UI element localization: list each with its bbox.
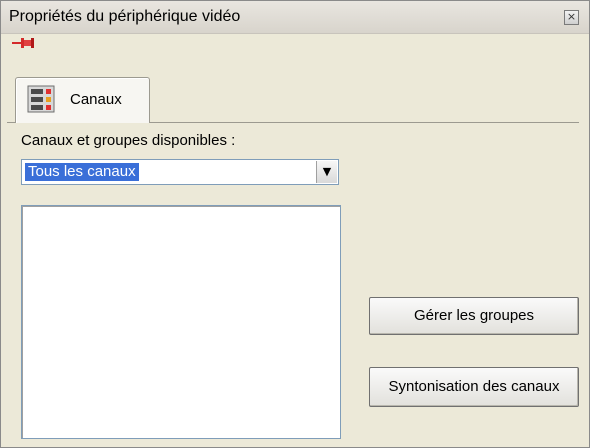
channel-group-select[interactable]: Tous les canaux ▼ <box>21 159 339 185</box>
available-channels-label: Canaux et groupes disponibles : <box>21 132 236 149</box>
channels-icon <box>27 85 55 113</box>
pin-button[interactable] <box>11 35 35 51</box>
pin-icon <box>12 38 34 48</box>
channel-list[interactable] <box>21 205 341 439</box>
manage-groups-button[interactable]: Gérer les groupes <box>369 297 579 335</box>
close-button[interactable]: × <box>564 10 579 25</box>
tab-channels[interactable]: Canaux <box>15 77 150 123</box>
channel-tuning-button[interactable]: Syntonisation des canaux <box>369 367 579 407</box>
title-bar[interactable]: Propriétés du périphérique vidéo × <box>1 1 589 34</box>
tab-channels-label: Canaux <box>70 91 122 108</box>
dropdown-button[interactable]: ▼ <box>316 161 337 183</box>
chevron-down-icon: ▼ <box>322 165 332 178</box>
properties-dialog: Propriétés du périphérique vidéo × Canau… <box>0 0 590 448</box>
channel-group-select-value: Tous les canaux <box>25 163 139 181</box>
close-icon: × <box>566 10 577 23</box>
window-title: Propriétés du périphérique vidéo <box>9 8 241 25</box>
